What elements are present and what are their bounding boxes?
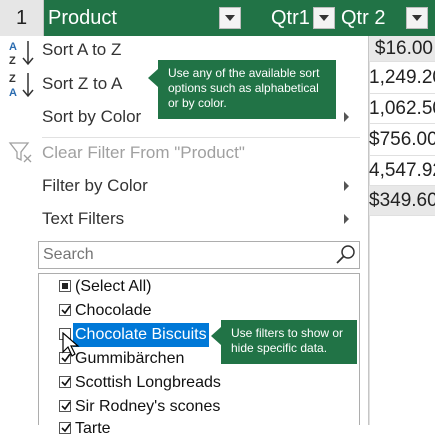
menu-item-clear-filter: Clear Filter From "Product"	[42, 143, 245, 162]
menu-item-sort-a-to-z[interactable]: Sort A to Z	[42, 36, 121, 64]
cell-qtr2[interactable]: $349.60	[369, 186, 435, 216]
column-header-qtr2: Qtr 2	[341, 7, 386, 29]
filter-search-box[interactable]	[38, 241, 360, 269]
checkbox-select-all[interactable]	[59, 280, 71, 292]
filter-tooltip: Use filters to show or hide specific dat…	[221, 320, 357, 364]
search-icon	[336, 245, 355, 264]
cell-qtr2[interactable]: $16.00	[369, 36, 435, 62]
list-item-tarte[interactable]: Tarte	[75, 417, 111, 441]
sort-za-icon: Z A	[8, 70, 36, 100]
svg-text:A: A	[9, 41, 17, 53]
sort-az-icon: A Z	[8, 38, 36, 68]
list-item-chocolate-biscuits[interactable]: Chocolate Biscuits	[72, 322, 210, 348]
checkbox-tarte[interactable]	[59, 422, 71, 434]
mouse-pointer-icon	[62, 332, 80, 357]
cell-qtr2[interactable]: 1,062.50	[369, 94, 435, 124]
list-item-sir-rodneys-scones[interactable]: Sir Rodney's scones	[75, 395, 220, 419]
menu-divider	[42, 137, 360, 138]
qtr1-filter-dropdown-button[interactable]	[313, 7, 335, 29]
column-header-product: Product	[48, 7, 117, 29]
checkmark-icon	[61, 377, 71, 387]
list-item-scottish-longbreads[interactable]: Scottish Longbreads	[75, 371, 221, 395]
menu-item-sort-by-color[interactable]: Sort by Color	[42, 103, 141, 131]
svg-text:Z: Z	[9, 73, 16, 85]
column-header-qtr1: Qtr1	[271, 7, 310, 29]
list-item-gummibarchen[interactable]: Gummibärchen	[75, 347, 184, 371]
checkmark-icon	[61, 401, 71, 411]
submenu-arrow-icon	[344, 181, 349, 191]
checkbox-sir-rodneys-scones[interactable]	[59, 400, 71, 412]
checkbox-chocolade[interactable]	[59, 304, 71, 316]
submenu-arrow-icon	[344, 112, 349, 122]
qtr2-filter-dropdown-button[interactable]	[406, 7, 428, 29]
menu-item-text-filters[interactable]: Text Filters	[42, 205, 124, 233]
clear-filter-icon	[8, 140, 34, 164]
submenu-arrow-icon	[344, 214, 349, 224]
product-filter-dropdown-button[interactable]	[219, 7, 241, 29]
list-item-select-all[interactable]: (Select All)	[75, 275, 151, 299]
checkmark-icon	[61, 305, 71, 315]
chevron-down-icon	[319, 15, 329, 21]
menu-item-filter-by-color[interactable]: Filter by Color	[42, 172, 148, 200]
svg-text:Z: Z	[9, 55, 16, 67]
row-number: 1	[0, 0, 44, 36]
search-input[interactable]	[43, 245, 323, 265]
cell-qtr2[interactable]: 4,547.92	[369, 156, 435, 186]
sort-options-tooltip: Use any of the available sort options su…	[158, 60, 336, 119]
tooltip-pointer	[211, 327, 221, 345]
svg-text:A: A	[9, 87, 17, 99]
tooltip-pointer	[148, 69, 158, 87]
list-item-chocolade[interactable]: Chocolade	[75, 299, 152, 323]
chevron-down-icon	[225, 15, 235, 21]
cell-qtr2[interactable]: $756.00	[369, 124, 435, 156]
checkbox-scottish-longbreads[interactable]	[59, 376, 71, 388]
chevron-down-icon	[412, 15, 422, 21]
menu-item-sort-z-to-a[interactable]: Sort Z to A	[42, 70, 122, 98]
cell-qtr2[interactable]: 1,249.20	[369, 62, 435, 94]
